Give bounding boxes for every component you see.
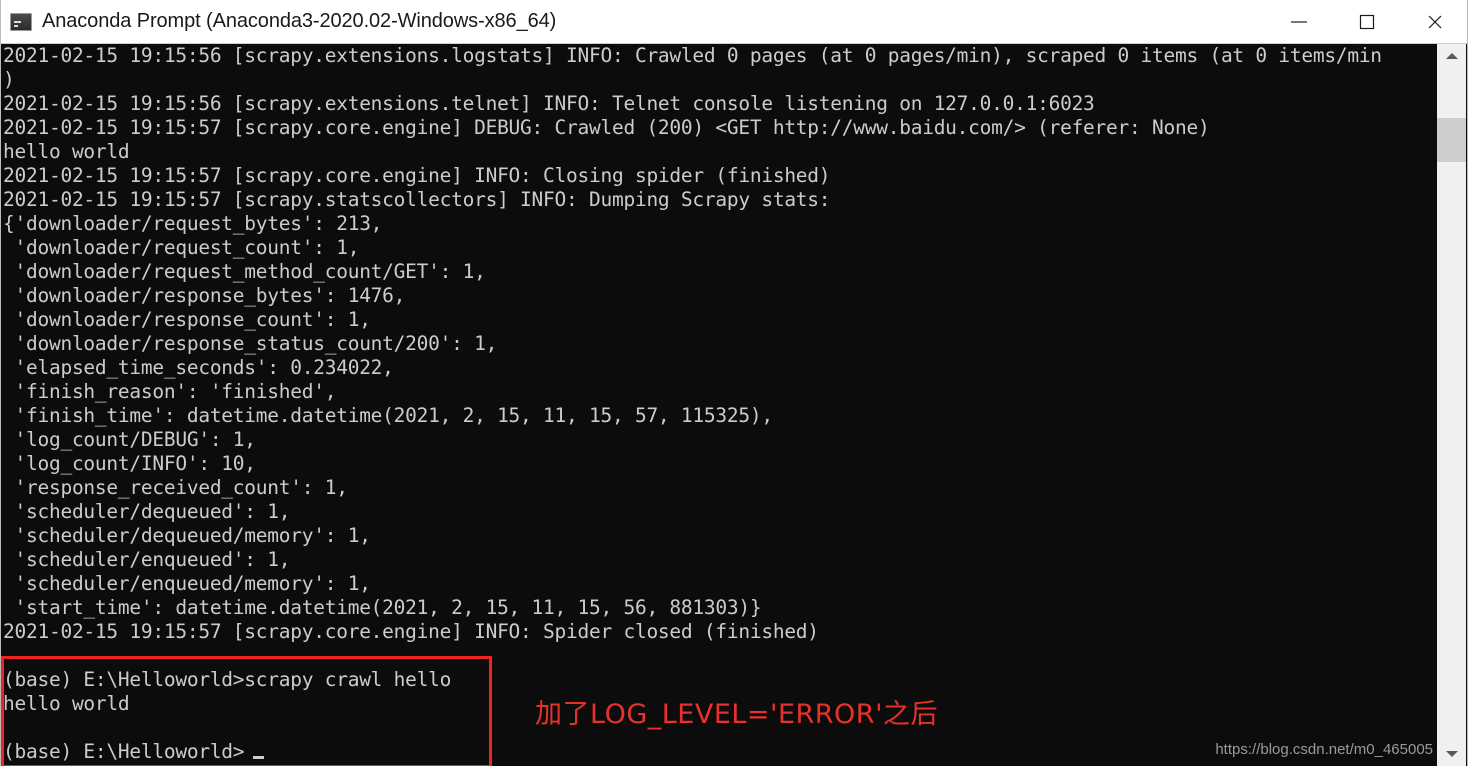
minimize-button[interactable] [1265, 0, 1333, 43]
window-title: Anaconda Prompt (Anaconda3-2020.02-Windo… [42, 10, 557, 32]
anaconda-prompt-window: Anaconda Prompt (Anaconda3-2020.02-Windo… [0, 0, 1468, 766]
close-button[interactable] [1401, 0, 1467, 43]
minimize-icon [1291, 20, 1307, 23]
scrollbar-down-button[interactable] [1437, 742, 1466, 766]
scrollbar-up-button[interactable] [1437, 44, 1466, 68]
terminal-output-area[interactable]: 2021-02-15 19:15:56 [scrapy.extensions.l… [1, 44, 1437, 766]
terminal-cursor [253, 756, 264, 759]
scrollbar-thumb[interactable] [1437, 118, 1466, 162]
window-controls [1265, 0, 1467, 43]
window-titlebar[interactable]: Anaconda Prompt (Anaconda3-2020.02-Windo… [1, 0, 1467, 44]
chevron-down-icon [1445, 751, 1458, 757]
terminal-text: 2021-02-15 19:15:56 [scrapy.extensions.l… [3, 44, 1382, 763]
console-icon [10, 12, 32, 31]
maximize-icon [1359, 14, 1375, 29]
watermark: https://blog.csdn.net/m0_465005 [1215, 741, 1433, 758]
annotation-text: 加了LOG_LEVEL='ERROR'之后 [535, 699, 938, 730]
vertical-scrollbar[interactable] [1436, 44, 1466, 766]
maximize-button[interactable] [1333, 0, 1401, 43]
close-icon [1428, 15, 1442, 28]
chevron-up-icon [1445, 53, 1458, 59]
